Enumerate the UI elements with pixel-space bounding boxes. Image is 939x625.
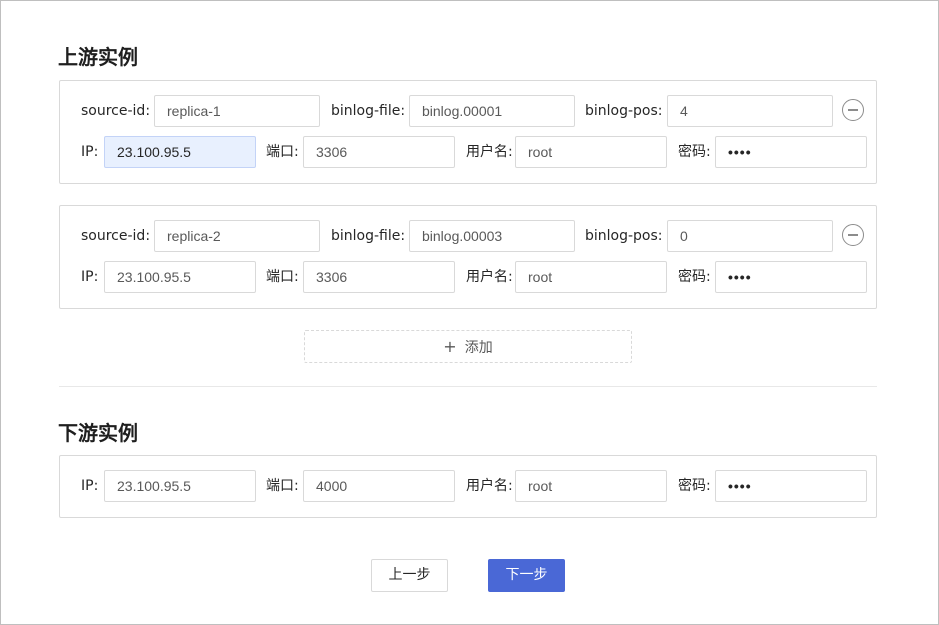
ip-label: IP: xyxy=(81,478,99,494)
password-label: 密码: xyxy=(678,478,711,494)
binlog-file-input[interactable]: binlog.00001 xyxy=(409,95,575,127)
password-label: 密码: xyxy=(678,269,711,285)
instance-row-source: source-id: replica-1 binlog-file: binlog… xyxy=(60,95,876,127)
password-input[interactable]: •••• xyxy=(715,261,867,293)
user-label: 用户名: xyxy=(466,144,513,160)
downstream-instance-card: IP: 23.100.95.5 端口: 4000 用户名: root 密码: •… xyxy=(59,455,877,518)
port-input[interactable]: 4000 xyxy=(303,470,455,502)
binlog-pos-label: binlog-pos: xyxy=(585,228,663,244)
remove-instance-icon[interactable] xyxy=(842,224,864,246)
user-label: 用户名: xyxy=(466,478,513,494)
ip-input[interactable]: 23.100.95.5 xyxy=(104,470,256,502)
source-id-input[interactable]: replica-1 xyxy=(154,95,320,127)
ip-input[interactable]: 23.100.95.5 xyxy=(104,261,256,293)
user-input[interactable]: root xyxy=(515,470,667,502)
upstream-instance-card-2: source-id: replica-2 binlog-file: binlog… xyxy=(59,205,877,309)
add-label: 添加 xyxy=(464,340,493,356)
password-label: 密码: xyxy=(678,144,711,160)
port-input[interactable]: 3306 xyxy=(303,261,455,293)
binlog-pos-input[interactable]: 0 xyxy=(667,220,833,252)
binlog-file-label: binlog-file: xyxy=(331,228,406,244)
ip-label: IP: xyxy=(81,144,99,160)
binlog-pos-input[interactable]: 4 xyxy=(667,95,833,127)
password-input[interactable]: •••• xyxy=(715,136,867,168)
source-id-input[interactable]: replica-2 xyxy=(154,220,320,252)
section-divider xyxy=(59,386,877,387)
upstream-title: 上游实例 xyxy=(58,45,138,69)
next-step-button[interactable]: 下一步 xyxy=(488,559,565,592)
plus-icon: + xyxy=(443,337,457,356)
downstream-title: 下游实例 xyxy=(58,421,138,445)
user-input[interactable]: root xyxy=(515,136,667,168)
window-frame: 上游实例 source-id: replica-1 binlog-file: b… xyxy=(0,0,939,625)
prev-step-button[interactable]: 上一步 xyxy=(371,559,448,592)
binlog-file-input[interactable]: binlog.00003 xyxy=(409,220,575,252)
source-id-label: source-id: xyxy=(81,103,151,119)
password-input[interactable]: •••• xyxy=(715,470,867,502)
port-label: 端口: xyxy=(266,269,299,285)
instance-row-conn: IP: 23.100.95.5 端口: 3306 用户名: root 密码: •… xyxy=(60,136,876,168)
user-label: 用户名: xyxy=(466,269,513,285)
port-input[interactable]: 3306 xyxy=(303,136,455,168)
source-id-label: source-id: xyxy=(81,228,151,244)
ip-input[interactable]: 23.100.95.5 xyxy=(104,136,256,168)
instance-row-conn: IP: 23.100.95.5 端口: 3306 用户名: root 密码: •… xyxy=(60,261,876,293)
user-input[interactable]: root xyxy=(515,261,667,293)
port-label: 端口: xyxy=(266,144,299,160)
upstream-instance-card-1: source-id: replica-1 binlog-file: binlog… xyxy=(59,80,877,184)
remove-instance-icon[interactable] xyxy=(842,99,864,121)
ip-label: IP: xyxy=(81,269,99,285)
downstream-row-conn: IP: 23.100.95.5 端口: 4000 用户名: root 密码: •… xyxy=(60,470,876,502)
add-instance-button[interactable]: + 添加 xyxy=(304,330,632,363)
binlog-pos-label: binlog-pos: xyxy=(585,103,663,119)
instance-row-source: source-id: replica-2 binlog-file: binlog… xyxy=(60,220,876,252)
binlog-file-label: binlog-file: xyxy=(331,103,406,119)
port-label: 端口: xyxy=(266,478,299,494)
